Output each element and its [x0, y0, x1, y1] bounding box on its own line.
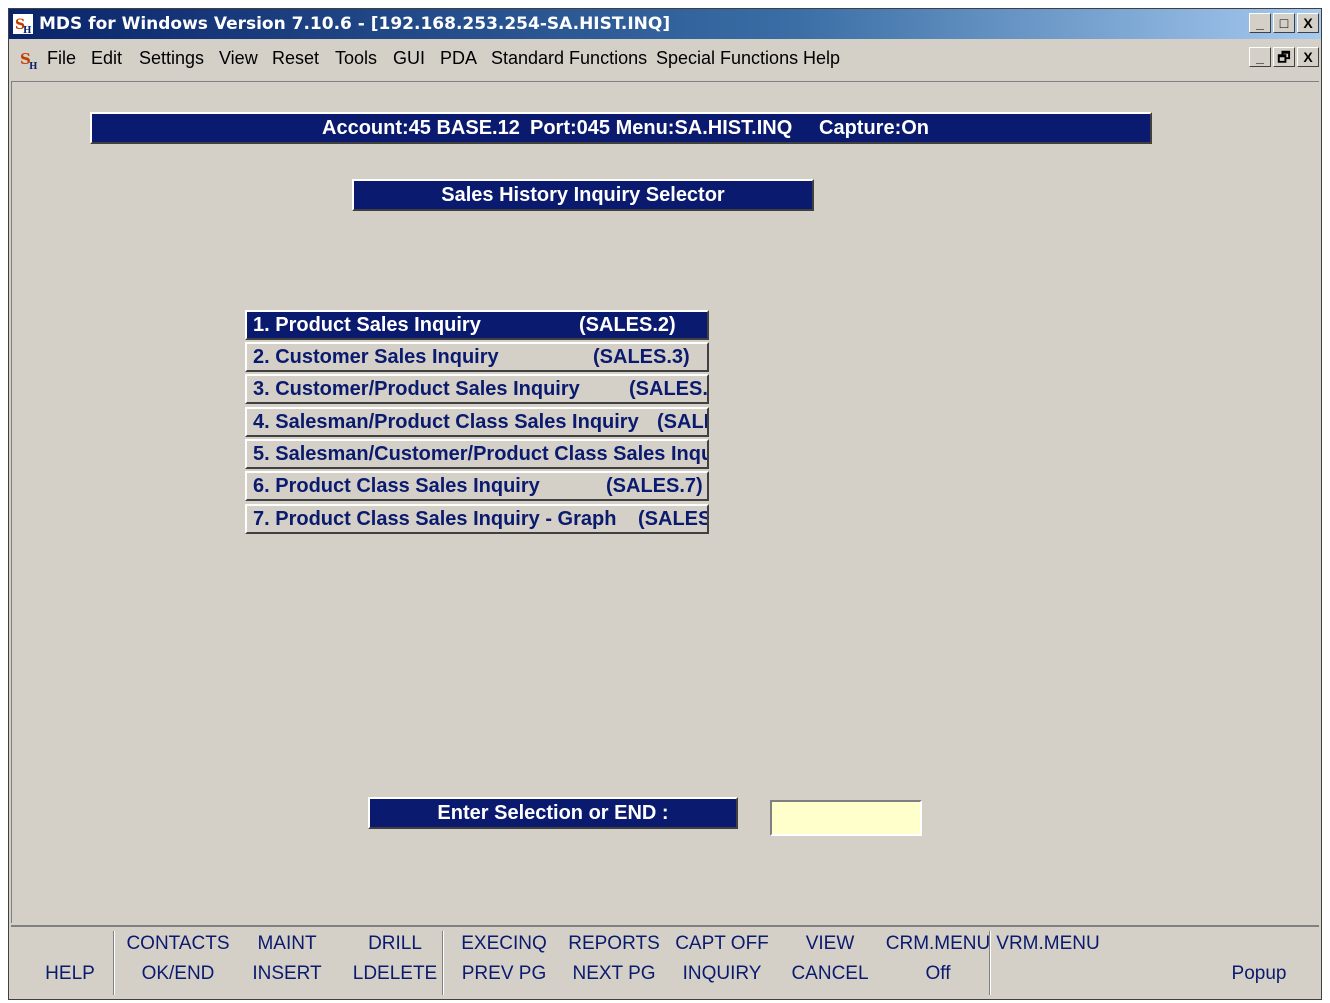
- fkey-crm-menu[interactable]: CRM.MENU: [883, 933, 993, 955]
- option-label: 4. Salesman/Product Class Sales Inquiry: [253, 411, 639, 433]
- port-menu-label: Port:045 Menu:SA.HIST.INQ: [530, 117, 793, 139]
- fkey-ldelete[interactable]: LDELETE: [340, 963, 450, 985]
- option-customer-sales-inquiry[interactable]: 2. Customer Sales Inquiry (SALES.3): [245, 342, 709, 372]
- menu-gui[interactable]: GUI: [393, 43, 425, 73]
- close-button[interactable]: X: [1297, 13, 1319, 33]
- option-product-sales-inquiry[interactable]: 1. Product Sales Inquiry (SALES.2): [245, 310, 709, 340]
- menu-standard-functions[interactable]: Standard Functions: [491, 43, 647, 73]
- fkey-vrm-menu[interactable]: VRM.MENU: [993, 933, 1103, 955]
- fkey-reports[interactable]: REPORTS: [559, 933, 669, 955]
- app-window: S H MDS for Windows Version 7.10.6 - [19…: [8, 8, 1322, 1000]
- option-product-class-sales-inquiry[interactable]: 6. Product Class Sales Inquiry (SALES.7): [245, 471, 709, 501]
- window-title: MDS for Windows Version 7.10.6 - [192.16…: [39, 14, 671, 34]
- menu-tools[interactable]: Tools: [335, 43, 377, 73]
- menu-settings[interactable]: Settings: [139, 43, 204, 73]
- menu-reset[interactable]: Reset: [272, 43, 319, 73]
- mdi-restore-button[interactable]: 🗗: [1273, 47, 1295, 67]
- account-label: Account:45 BASE.12: [322, 117, 520, 139]
- option-salesman-customer-product-class-sales-inquiry[interactable]: 5. Salesman/Customer/Product Class Sales…: [245, 439, 709, 469]
- menu-bar: S H File Edit Settings View Reset Tools …: [9, 43, 1321, 73]
- option-code: (SALES.3): [593, 346, 690, 368]
- menu-pda[interactable]: PDA: [440, 43, 477, 73]
- selection-input[interactable]: [770, 800, 922, 836]
- option-label: 2. Customer Sales Inquiry: [253, 346, 499, 368]
- minimize-button[interactable]: _: [1249, 13, 1271, 33]
- option-product-class-sales-inquiry-graph[interactable]: 7. Product Class Sales Inquiry - Graph (…: [245, 504, 709, 534]
- menu-special-functions[interactable]: Special Functions: [656, 43, 798, 73]
- capture-label: Capture:On: [819, 117, 929, 139]
- fkey-contacts[interactable]: CONTACTS: [123, 933, 233, 955]
- fkey-execinq[interactable]: EXECINQ: [449, 933, 559, 955]
- fkey-help[interactable]: HELP: [15, 963, 125, 985]
- fkey-view[interactable]: VIEW: [775, 933, 885, 955]
- fkey-inquiry[interactable]: INQUIRY: [667, 963, 777, 985]
- option-label: 1. Product Sales Inquiry: [253, 314, 481, 336]
- option-code: (SALES: [638, 508, 709, 530]
- option-code: (SALI: [657, 411, 709, 433]
- fkey-drill[interactable]: DRILL: [340, 933, 450, 955]
- mds-app-icon: S H: [13, 14, 33, 34]
- menu-file[interactable]: File: [47, 43, 76, 73]
- screen-title: Sales History Inquiry Selector: [352, 179, 814, 211]
- selection-prompt-label: Enter Selection or END :: [368, 797, 738, 829]
- fkey-cancel[interactable]: CANCEL: [775, 963, 885, 985]
- popup-button[interactable]: Popup: [1209, 963, 1309, 985]
- option-code: (SALES.4: [629, 378, 708, 400]
- option-customer-product-sales-inquiry[interactable]: 3. Customer/Product Sales Inquiry (SALES…: [245, 374, 709, 404]
- option-label: 5. Salesman/Customer/Product Class Sales…: [253, 443, 709, 465]
- fkey-capt-off[interactable]: CAPT OFF: [667, 933, 777, 955]
- status-header: Account:45 BASE.12 Port:045 Menu:SA.HIST…: [90, 112, 1152, 144]
- terminal-screen: Account:45 BASE.12 Port:045 Menu:SA.HIST…: [11, 81, 1319, 923]
- document-icon[interactable]: S H: [19, 48, 39, 70]
- mdi-minimize-button[interactable]: _: [1249, 47, 1271, 67]
- fkey-insert[interactable]: INSERT: [232, 963, 342, 985]
- maximize-button[interactable]: □: [1273, 13, 1295, 33]
- mdi-close-button[interactable]: X: [1297, 47, 1319, 67]
- option-label: 6. Product Class Sales Inquiry: [253, 475, 540, 497]
- fkey-ok-end[interactable]: OK/END: [123, 963, 233, 985]
- fkey-maint[interactable]: MAINT: [232, 933, 342, 955]
- function-key-bar: CONTACTS MAINT DRILL EXECINQ REPORTS CAP…: [11, 925, 1319, 997]
- fkey-prev-pg[interactable]: PREV PG: [449, 963, 559, 985]
- svg-text:H: H: [29, 62, 38, 70]
- menu-help[interactable]: Help: [803, 43, 840, 73]
- menu-edit[interactable]: Edit: [91, 43, 122, 73]
- option-salesman-product-class-sales-inquiry[interactable]: 4. Salesman/Product Class Sales Inquiry …: [245, 407, 709, 437]
- fkey-next-pg[interactable]: NEXT PG: [559, 963, 669, 985]
- option-label: 7. Product Class Sales Inquiry - Graph: [253, 508, 617, 530]
- option-code: (SALES.2): [579, 314, 676, 336]
- title-bar[interactable]: S H MDS for Windows Version 7.10.6 - [19…: [9, 9, 1321, 39]
- svg-text:H: H: [23, 26, 32, 34]
- fkey-off[interactable]: Off: [883, 963, 993, 985]
- option-code: (SALES.7): [606, 475, 703, 497]
- menu-view[interactable]: View: [219, 43, 258, 73]
- option-label: 3. Customer/Product Sales Inquiry: [253, 378, 580, 400]
